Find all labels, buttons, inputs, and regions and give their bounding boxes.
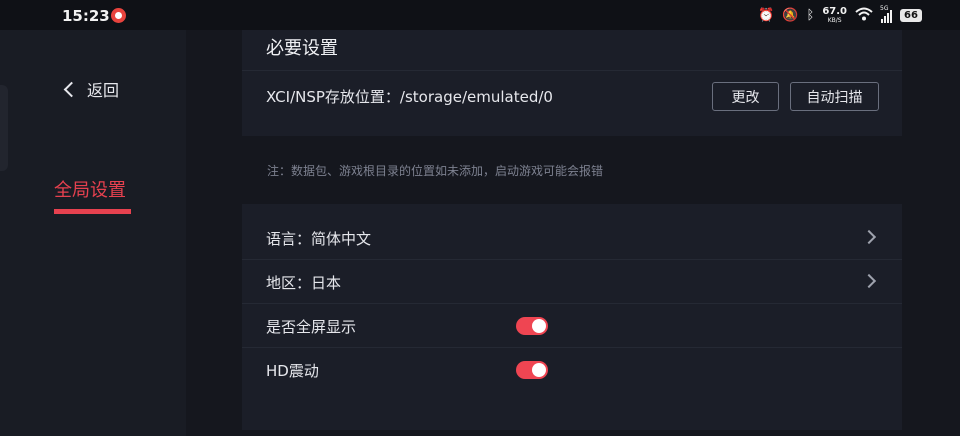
battery-icon: 66 <box>900 9 922 22</box>
section-title: 必要设置 <box>266 38 338 59</box>
app-notification-icon <box>111 8 126 23</box>
fullscreen-label: 是否全屏显示 <box>266 318 357 336</box>
hd-rumble-row: HD震动 <box>242 348 902 392</box>
sidebar-item-global-settings[interactable]: 全局设置 <box>54 176 126 202</box>
toggle-knob <box>532 363 546 377</box>
back-label: 返回 <box>87 81 120 100</box>
chevron-right-icon <box>861 273 877 289</box>
toggle-knob <box>532 319 546 333</box>
main-content: 必要设置 XCI/NSP存放位置：/storage/emulated/0 更改 … <box>186 30 960 436</box>
network-speed-unit: KB/S <box>827 16 842 24</box>
active-tab-indicator <box>54 209 131 214</box>
wifi-icon <box>855 6 873 25</box>
status-bar: 15:23 ⏰ 🔕 ᛒ 67.0 KB/S 5G 66 <box>0 0 960 30</box>
bluetooth-icon: ᛒ <box>806 7 815 23</box>
change-path-button[interactable]: 更改 <box>712 82 779 111</box>
language-label: 语言：简体中文 <box>266 230 372 248</box>
chevron-left-icon <box>63 81 80 97</box>
sidebar-item-label: 全局设置 <box>54 180 126 201</box>
signal-icon: 5G <box>880 5 892 23</box>
alarm-icon: ⏰ <box>758 7 775 23</box>
hd-rumble-label: HD震动 <box>266 362 319 380</box>
divider <box>242 70 902 71</box>
language-row[interactable]: 语言：简体中文 <box>242 216 902 260</box>
chevron-right-icon <box>861 229 877 245</box>
drawer-handle[interactable] <box>0 85 8 171</box>
warning-note: 注：数据包、游戏根目录的位置如未添加，启动游戏可能会报错 <box>267 164 604 178</box>
network-speed: 67.0 KB/S <box>822 5 847 25</box>
fullscreen-row: 是否全屏显示 <box>242 304 902 348</box>
general-settings-card: 语言：简体中文 地区：日本 是否全屏显示 HD震动 <box>242 204 902 430</box>
auto-scan-button[interactable]: 自动扫描 <box>790 82 879 111</box>
fullscreen-toggle[interactable] <box>516 317 548 335</box>
signal-label: 5G <box>880 4 889 12</box>
region-label: 地区：日本 <box>266 274 342 292</box>
network-speed-value: 67.0 <box>822 5 847 17</box>
essential-settings-card: 必要设置 XCI/NSP存放位置：/storage/emulated/0 更改 … <box>242 30 902 136</box>
mute-icon: 🔕 <box>782 7 799 23</box>
status-time: 15:23 <box>62 7 110 25</box>
storage-path-label: XCI/NSP存放位置：/storage/emulated/0 <box>266 88 553 106</box>
sidebar: 返回 全局设置 <box>0 30 186 436</box>
hd-rumble-toggle[interactable] <box>516 361 548 379</box>
status-icons: ⏰ 🔕 ᛒ 67.0 KB/S 5G 66 <box>758 5 922 25</box>
region-row[interactable]: 地区：日本 <box>242 260 902 304</box>
back-button[interactable]: 返回 <box>63 77 120 101</box>
